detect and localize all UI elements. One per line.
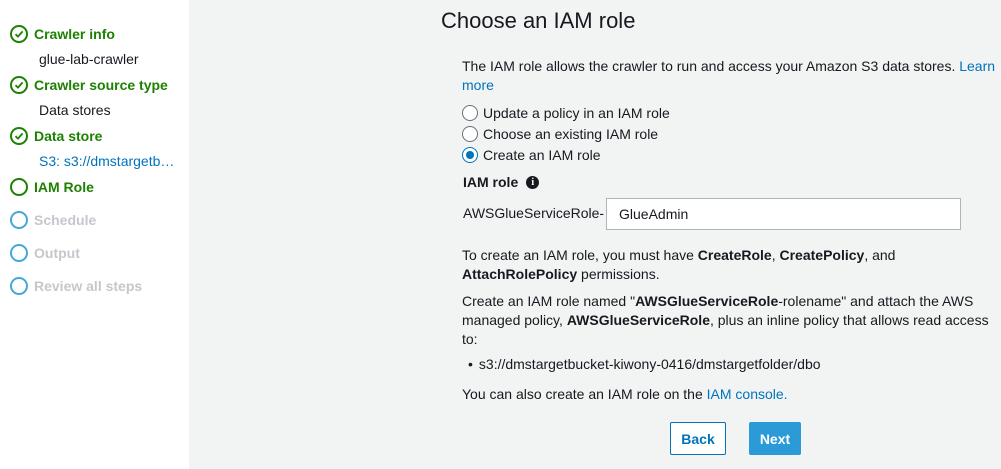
check-icon bbox=[10, 25, 28, 43]
radio-button[interactable] bbox=[462, 105, 478, 121]
iam-role-label-text: IAM role bbox=[463, 174, 519, 190]
text-span: , and bbox=[864, 247, 896, 263]
text-bold: CreatePolicy bbox=[779, 247, 865, 263]
step-label: Review all steps bbox=[34, 278, 143, 294]
check-icon bbox=[10, 76, 28, 94]
info-icon[interactable]: i bbox=[526, 175, 540, 189]
console-text: You can also create an IAM role on the I… bbox=[462, 385, 1000, 404]
check-icon bbox=[10, 127, 28, 145]
text-span: To create an IAM role, you must have bbox=[462, 247, 698, 263]
step-label: IAM Role bbox=[34, 179, 94, 195]
radio-label: Create an IAM role bbox=[483, 147, 601, 163]
back-button[interactable]: Back bbox=[670, 422, 726, 455]
radio-button[interactable] bbox=[462, 126, 478, 142]
intro-text: The IAM role allows the crawler to run a… bbox=[462, 57, 1000, 95]
step-value-data-store-link[interactable]: S3: s3://dmstargetb… bbox=[39, 153, 174, 169]
radio-button-selected[interactable] bbox=[462, 147, 478, 163]
step-value-source-type: Data stores bbox=[39, 102, 111, 118]
step-iam-role[interactable]: IAM Role bbox=[10, 177, 94, 197]
create-role-text: Create an IAM role named "AWSGlueService… bbox=[462, 292, 1000, 349]
role-name-input[interactable] bbox=[606, 198, 961, 230]
circle-icon bbox=[10, 211, 28, 229]
text-bold: AWSGlueServiceRole bbox=[566, 312, 710, 328]
radio-label: Choose an existing IAM role bbox=[483, 126, 659, 142]
iam-console-link[interactable]: IAM console. bbox=[707, 386, 788, 402]
step-crawler-info[interactable]: Crawler info bbox=[10, 24, 115, 44]
circle-icon bbox=[10, 244, 28, 262]
circle-icon bbox=[10, 277, 28, 295]
radio-create-role[interactable]: Create an IAM role bbox=[462, 146, 601, 164]
role-prefix: AWSGlueServiceRole- bbox=[463, 205, 605, 221]
s3-path-item: s3://dmstargetbucket-kiwony-0416/dmstarg… bbox=[468, 356, 821, 372]
text-span: You can also create an IAM role on the bbox=[462, 386, 707, 402]
text-bold: AttachRolePolicy bbox=[462, 266, 578, 282]
step-schedule: Schedule bbox=[10, 210, 96, 230]
text-span: permissions. bbox=[577, 266, 660, 282]
text-bold: CreateRole bbox=[697, 247, 772, 263]
step-label: Crawler source type bbox=[34, 77, 168, 93]
intro-description: The IAM role allows the crawler to run a… bbox=[462, 58, 956, 74]
circle-icon bbox=[10, 178, 28, 196]
step-data-store[interactable]: Data store bbox=[10, 126, 102, 146]
text-span: Create an IAM role named " bbox=[462, 293, 636, 309]
step-label: Crawler info bbox=[34, 26, 115, 42]
radio-label: Update a policy in an IAM role bbox=[483, 105, 670, 121]
wizard-sidebar: Crawler info glue-lab-crawler Crawler so… bbox=[0, 0, 189, 469]
radio-choose-existing[interactable]: Choose an existing IAM role bbox=[462, 125, 658, 143]
step-review: Review all steps bbox=[10, 276, 142, 296]
radio-update-policy[interactable]: Update a policy in an IAM role bbox=[462, 104, 670, 122]
permissions-text: To create an IAM role, you must have Cre… bbox=[462, 246, 1000, 284]
step-label: Data store bbox=[34, 128, 103, 144]
iam-role-label: IAM role i bbox=[463, 174, 540, 190]
step-output: Output bbox=[10, 243, 80, 263]
step-label: Schedule bbox=[34, 212, 97, 228]
page-title: Choose an IAM role bbox=[441, 8, 636, 33]
next-button[interactable]: Next bbox=[749, 422, 801, 455]
step-crawler-source-type[interactable]: Crawler source type bbox=[10, 75, 168, 95]
text-bold: AWSGlueServiceRole bbox=[635, 293, 779, 309]
step-value-crawler-name: glue-lab-crawler bbox=[39, 51, 139, 67]
radio-dot bbox=[466, 151, 474, 159]
step-label: Output bbox=[34, 245, 80, 261]
